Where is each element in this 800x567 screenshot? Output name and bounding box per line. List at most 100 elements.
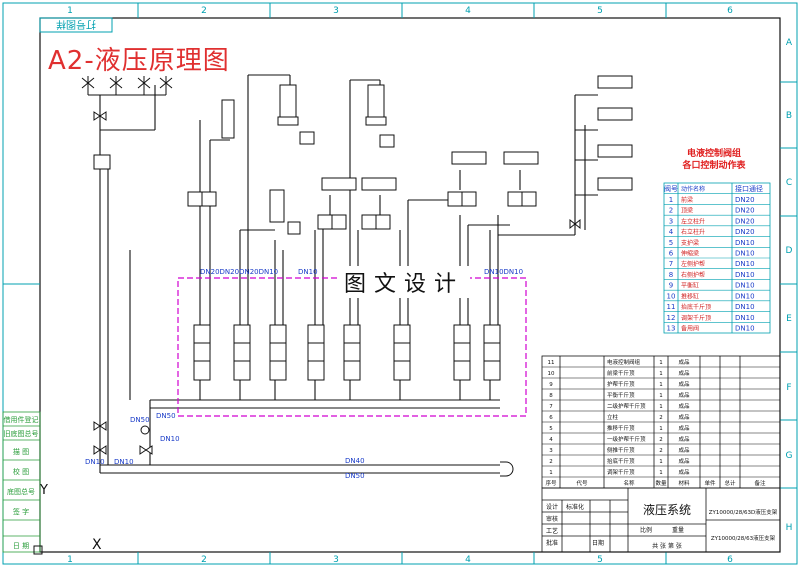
legend-cell: 推移缸 <box>681 292 699 300</box>
left-strip-labels: 借用件登记 旧底图总号 描 图 校 图 底图总号 签 字 日 期 <box>4 415 39 550</box>
parts-cell: 8 <box>549 393 553 399</box>
parts-cell: 1 <box>659 404 663 410</box>
parts-cell: 3 <box>549 448 553 454</box>
legend-cell: 支护梁 <box>681 239 699 247</box>
parts-cell: 前梁千斤顶 <box>607 369 635 377</box>
row-letter: E <box>786 314 792 324</box>
column-number: 3 <box>333 555 339 565</box>
title-block-label: 工艺 <box>546 527 558 535</box>
y-mark: Y <box>39 483 48 498</box>
drawing-title: A2-液压原理图 <box>48 46 230 76</box>
parts-cell: 成品 <box>678 391 690 399</box>
sheet-note: 共 张 第 张 <box>652 542 682 550</box>
parts-header-cell: 单件 <box>704 479 716 487</box>
row-letter: C <box>786 178 792 188</box>
parts-cell: 成品 <box>678 435 690 443</box>
legend-title-line-1: 电液控制阀组 <box>686 149 741 159</box>
parts-cell: 6 <box>549 415 553 421</box>
parts-cell: 成品 <box>678 457 690 465</box>
column-number: 1 <box>67 555 73 565</box>
legend-cell: 7 <box>669 260 673 268</box>
parts-rows: 11 电液控制阀组 1 成品10 前梁千斤顶 1 成品9 护帮千斤顶 1 成品8 平衡千斤顶 1 成品7… <box>542 358 780 487</box>
parts-header-cell: 总计 <box>724 479 736 487</box>
legend-cell: 左侧护帮 <box>681 260 705 268</box>
legend-title: 电液控制阀组 各口控制动作表 <box>664 148 764 172</box>
parts-cell: 电液控制阀组 <box>607 358 641 366</box>
parts-cell: 1 <box>659 382 663 388</box>
title-block-label: 审核 <box>546 515 558 523</box>
legend-cell: 4 <box>669 228 674 236</box>
legend-cell: 1 <box>669 196 673 204</box>
column-number: 6 <box>727 555 733 565</box>
parts-cell: 立柱 <box>607 413 619 421</box>
parts-cell: 成品 <box>678 468 690 476</box>
legend-cell: 抬底千斤顶 <box>681 303 711 311</box>
title-block-label: 日期 <box>592 539 604 547</box>
parts-cell: 平衡千斤顶 <box>607 391 635 399</box>
legend-cell: DN10 <box>735 282 755 290</box>
parts-cell: 2 <box>659 437 663 443</box>
parts-cell: 二级护帮千斤顶 <box>607 402 646 410</box>
parts-cell: 成品 <box>678 446 690 454</box>
legend-cell: DN10 <box>735 260 755 268</box>
legend-cell: DN10 <box>735 271 755 279</box>
row-letter: D <box>786 246 793 256</box>
legend-cell: DN10 <box>735 314 755 322</box>
legend-cell: 13 <box>667 325 676 333</box>
column-number: 2 <box>201 6 207 16</box>
legend-cell: DN20 <box>735 207 755 215</box>
legend-cell: DN10 <box>735 303 755 311</box>
row-letter: G <box>786 451 793 461</box>
column-number: 3 <box>333 6 339 16</box>
legend-cell: DN20 <box>735 196 755 204</box>
corner-square <box>33 545 43 555</box>
legend-cell: 左立柱升 <box>681 217 705 225</box>
column-number: 4 <box>465 6 471 16</box>
parts-cell: 成品 <box>678 369 690 377</box>
row-letter: H <box>786 523 793 533</box>
legend-cell: 8 <box>669 271 673 279</box>
title-block-label: 标准化 <box>566 503 584 511</box>
pipe-label: DN10 <box>114 458 134 466</box>
pipe-label: DN10 <box>85 458 105 466</box>
parts-cell: 7 <box>549 404 553 410</box>
pipe-label: DN10 <box>298 268 318 276</box>
legend-cell: 右侧护帮 <box>681 271 705 279</box>
column-number: 6 <box>727 6 733 16</box>
column-number: 4 <box>465 555 471 565</box>
parts-cell: 侧推千斤顶 <box>607 446 635 454</box>
pipe-label: DN20DN20DN20DN10 <box>200 268 278 276</box>
directional-valves <box>193 324 501 381</box>
title-block-label: 批准 <box>546 539 558 547</box>
parts-cell: 4 <box>549 437 553 443</box>
parts-cell: 1 <box>659 360 663 366</box>
parts-cell: 成品 <box>678 380 690 388</box>
weight-label: 重量 <box>672 526 684 534</box>
legend-cell: DN10 <box>735 239 755 247</box>
parts-cell: 1 <box>659 426 663 432</box>
main-line-label: DN40 <box>345 457 365 465</box>
legend-cell: DN20 <box>735 228 755 236</box>
parts-header-cell: 数量 <box>655 479 667 487</box>
legend-cell: DN20 <box>735 217 755 225</box>
parts-cell: 5 <box>549 426 553 432</box>
x-mark: X <box>92 537 102 553</box>
parts-cell: 一级护帮千斤顶 <box>607 435 646 443</box>
parts-cell: 2 <box>549 459 553 465</box>
legend-cell: 10 <box>667 292 676 300</box>
legend-cell: 12 <box>667 314 676 322</box>
legend-cell: 2 <box>669 207 673 215</box>
parts-cell: 成品 <box>678 424 690 432</box>
parts-cell: 成品 <box>678 358 690 366</box>
drawing-name: 液压系统 <box>643 502 691 517</box>
legend-cell: 9 <box>669 282 673 290</box>
frame-top-label: 打号图样 <box>56 18 96 31</box>
parts-cell: 2 <box>659 415 663 421</box>
left-strip-label: 日 期 <box>13 542 29 550</box>
pipe-label: DN10DN10 <box>484 268 523 276</box>
parts-cell: 成品 <box>678 413 690 421</box>
parts-header-cell: 名称 <box>623 479 635 487</box>
legend-header-cell: 阀号 <box>664 184 678 193</box>
column-number: 1 <box>67 6 73 16</box>
pipe-label: DN50 <box>130 416 150 424</box>
